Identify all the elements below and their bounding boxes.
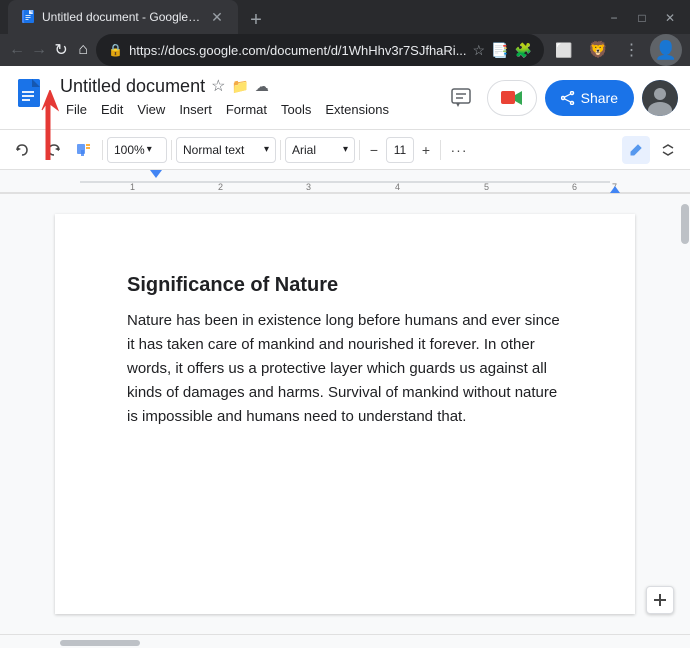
menu-extensions[interactable]: Extensions [319, 99, 395, 120]
edit-pencil-button[interactable] [622, 136, 650, 164]
toolbar-divider-1 [102, 140, 103, 160]
floating-action-button[interactable] [646, 586, 674, 614]
docs-app: Untitled document ☆ 📁 ☁ File Edit View I… [0, 66, 690, 648]
share-button[interactable]: Share [545, 80, 634, 116]
zoom-chevron-icon: ▾ [147, 144, 152, 155]
document-title[interactable]: Untitled document [60, 76, 205, 97]
font-chevron-icon: ▾ [343, 144, 348, 155]
document-heading: Significance of Nature [127, 274, 563, 297]
zoom-value: 100% [114, 143, 145, 157]
docs-footer [0, 634, 690, 648]
cast-icon[interactable]: ⬜ [548, 34, 580, 66]
ruler-right-indent[interactable] [610, 186, 620, 193]
docs-menu: File Edit View Insert Format Tools Exten… [60, 99, 435, 120]
docs-header: Untitled document ☆ 📁 ☁ File Edit View I… [0, 66, 690, 130]
document-page[interactable]: Significance of Nature Nature has been i… [55, 214, 635, 614]
horizontal-scrollbar-thumb[interactable] [60, 640, 140, 646]
docs-title-row: Untitled document ☆ 📁 ☁ [60, 76, 435, 97]
url-text: https://docs.google.com/document/d/1WhHh… [129, 43, 466, 58]
side-scroll[interactable] [676, 194, 690, 634]
cloud-icon: ☁ [255, 78, 269, 95]
paint-format-button[interactable] [70, 136, 98, 164]
maximize-button[interactable]: □ [630, 8, 654, 28]
user-avatar[interactable] [642, 80, 678, 116]
active-tab[interactable]: Untitled document - Google Doc... ✕ [8, 0, 238, 34]
menu-insert[interactable]: Insert [173, 99, 218, 120]
toolbar-divider-3 [280, 140, 281, 160]
menu-tools[interactable]: Tools [275, 99, 317, 120]
tab-close-button[interactable]: ✕ [208, 8, 226, 26]
star-icon[interactable]: ☆ [473, 42, 486, 59]
zoom-selector[interactable]: 100% ▾ [107, 137, 167, 163]
brave-icon[interactable]: 🦁 [582, 34, 614, 66]
home-button[interactable]: ⌂ [74, 34, 92, 66]
extension-icon[interactable]: 🧩 [515, 42, 532, 59]
move-icon[interactable]: 📁 [231, 78, 248, 95]
ruler-baseline [0, 192, 690, 193]
back-button[interactable]: ← [8, 34, 26, 66]
tab-bar: Untitled document - Google Doc... ✕ + − … [0, 0, 690, 34]
profile-avatar[interactable]: 👤 [650, 34, 682, 66]
edit-mode-controls [622, 136, 682, 164]
minimize-button[interactable]: − [602, 8, 626, 28]
style-value: Normal text [183, 143, 244, 157]
meet-button[interactable] [487, 80, 537, 116]
font-selector[interactable]: Arial ▾ [285, 137, 355, 163]
browser-frame: Untitled document - Google Doc... ✕ + − … [0, 0, 690, 534]
toolbar-divider-5 [440, 140, 441, 160]
font-size-controls: − 11 + [364, 137, 436, 163]
expand-button[interactable] [654, 136, 682, 164]
docs-title-section: Untitled document ☆ 📁 ☁ File Edit View I… [60, 76, 435, 120]
address-bar: ← → ↻ ⌂ 🔒 https://docs.google.com/docume… [0, 34, 690, 66]
toolbar-divider-4 [359, 140, 360, 160]
document-paragraph: Nature has been in existence long before… [127, 309, 563, 429]
docs-body: Significance of Nature Nature has been i… [0, 194, 690, 634]
style-selector[interactable]: Normal text ▾ [176, 137, 276, 163]
tab-title: Untitled document - Google Doc... [42, 10, 202, 24]
decrease-font-button[interactable]: − [364, 140, 384, 160]
font-size-value[interactable]: 11 [386, 137, 414, 163]
ruler: 1 2 3 4 5 6 7 [0, 170, 690, 194]
style-chevron-icon: ▾ [264, 144, 269, 155]
scroll-thumb[interactable] [681, 204, 689, 244]
header-actions: Share [443, 80, 678, 116]
comment-button[interactable] [443, 80, 479, 116]
browser-actions: ⬜ 🦁 ⋮ 👤 [548, 34, 682, 66]
increase-font-button[interactable]: + [416, 140, 436, 160]
menu-button[interactable]: ⋮ [616, 34, 648, 66]
docs-toolbar: 100% ▾ Normal text ▾ Arial ▾ − 11 + [0, 130, 690, 170]
toolbar-divider-2 [171, 140, 172, 160]
ruler-left-indent[interactable] [150, 170, 162, 178]
menu-edit[interactable]: Edit [95, 99, 129, 120]
tab-favicon [20, 9, 36, 25]
font-value: Arial [292, 143, 316, 157]
share-label: Share [581, 90, 618, 106]
window-controls: − □ ✕ [602, 8, 682, 34]
star-doc-icon[interactable]: ☆ [211, 76, 225, 96]
more-options-button[interactable]: ··· [445, 136, 473, 164]
bookmark-icon[interactable]: 📑 [491, 42, 508, 59]
ruler-body [80, 181, 610, 182]
refresh-button[interactable]: ↻ [52, 34, 70, 66]
lock-icon: 🔒 [108, 43, 123, 57]
menu-view[interactable]: View [131, 99, 171, 120]
new-tab-button[interactable]: + [242, 6, 270, 34]
url-bar[interactable]: 🔒 https://docs.google.com/document/d/1Wh… [96, 34, 544, 66]
forward-button[interactable]: → [30, 34, 48, 66]
menu-format[interactable]: Format [220, 99, 273, 120]
close-button[interactable]: ✕ [658, 8, 682, 28]
